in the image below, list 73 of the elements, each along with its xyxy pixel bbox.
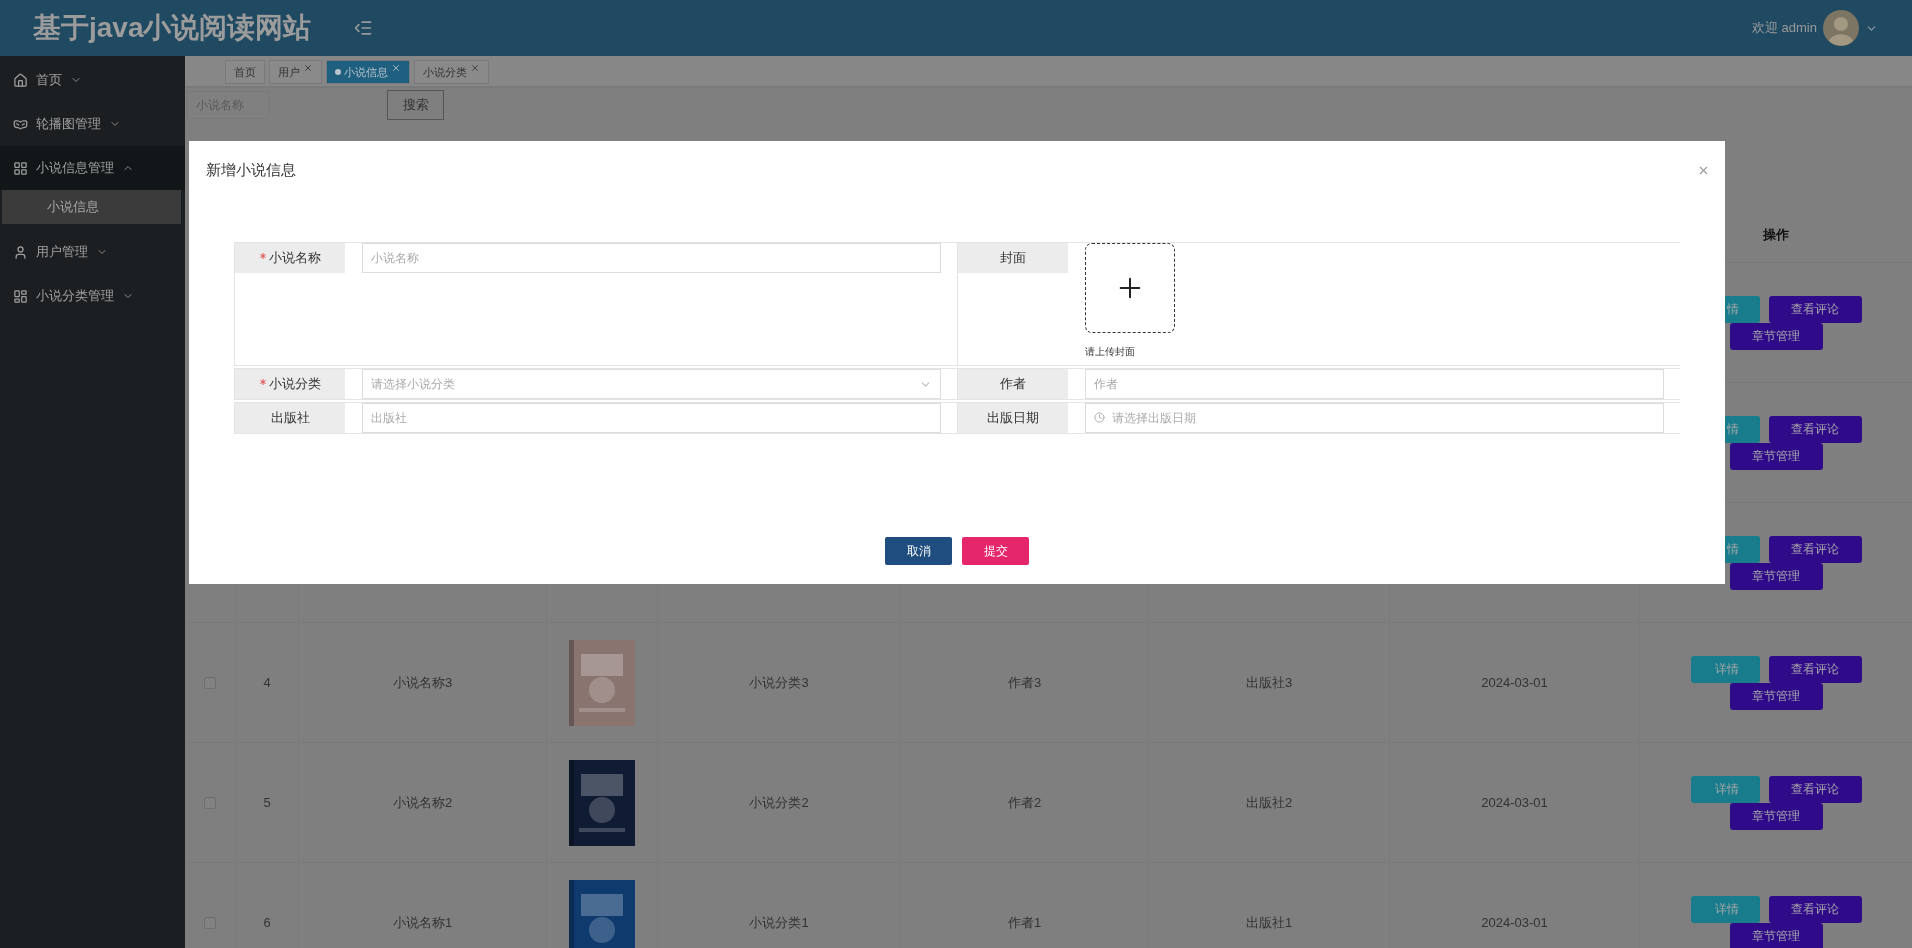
dialog-title: 新增小说信息 — [206, 161, 296, 180]
field-label: 小说分类 — [235, 369, 345, 399]
upload-box[interactable] — [1085, 243, 1175, 333]
home-icon — [13, 72, 28, 88]
comments-button[interactable]: 查看评论 — [1768, 895, 1862, 923]
comments-button[interactable]: 查看评论 — [1768, 535, 1862, 563]
grid-icon — [13, 160, 28, 176]
table-cell: 2024-03-01 — [1481, 795, 1548, 810]
field-label: 作者 — [958, 369, 1068, 399]
tab[interactable]: 小说信息 — [326, 60, 410, 84]
tab[interactable]: 首页 — [225, 60, 265, 84]
required-icon — [259, 252, 266, 259]
close-icon[interactable] — [391, 63, 401, 73]
table-cell: 小说名称2 — [392, 793, 453, 812]
chapters-button[interactable]: 章节管理 — [1729, 922, 1823, 948]
search-button[interactable]: 搜索 — [387, 90, 444, 120]
table-cell: 小说分类2 — [749, 793, 809, 812]
date-field[interactable]: 请选择出版日期 — [1085, 403, 1664, 433]
required-icon — [259, 378, 266, 385]
chapters-button[interactable]: 章节管理 — [1729, 562, 1823, 590]
table-cell: 作者1 — [1007, 913, 1042, 932]
close-icon[interactable] — [303, 63, 313, 73]
column-header: 操作 — [1762, 225, 1790, 244]
field-label: 出版日期 — [958, 403, 1068, 433]
table-cell: 作者3 — [1007, 673, 1042, 692]
table-cell: 6 — [263, 915, 271, 930]
table-cell: 小说分类3 — [749, 673, 809, 692]
welcome-text: 欢迎 admin — [1751, 19, 1817, 37]
table-cell: 出版社1 — [1245, 913, 1293, 932]
chapters-button[interactable]: 章节管理 — [1729, 322, 1823, 350]
site-title: 基于java小说阅读网站 — [33, 11, 313, 45]
comments-button[interactable]: 查看评论 — [1768, 655, 1862, 683]
upload-hint: 请上传封面 — [1085, 345, 1136, 359]
comments-button[interactable]: 查看评论 — [1768, 415, 1862, 443]
sidebar-item[interactable]: 小说信息管理 — [0, 146, 185, 190]
chapters-button[interactable]: 章节管理 — [1729, 442, 1823, 470]
cancel-button[interactable]: 取消 — [885, 537, 952, 565]
select-field[interactable]: 请选择小说分类 — [362, 369, 941, 399]
sidebar-item[interactable]: 小说分类管理 — [0, 274, 185, 318]
table-cell: 2024-03-01 — [1481, 915, 1548, 930]
avatar-icon[interactable] — [1823, 10, 1859, 46]
sidebar-item[interactable]: 首页 — [0, 58, 185, 102]
field-label: 小说名称 — [235, 243, 345, 273]
dashboard-icon — [13, 288, 28, 304]
sidebar-item[interactable]: 用户管理 — [0, 230, 185, 274]
input-field[interactable]: 作者 — [1085, 369, 1664, 399]
table-cell: 2024-03-01 — [1481, 675, 1548, 690]
tab[interactable]: 用户 — [269, 60, 322, 84]
table-cell: 4 — [263, 675, 271, 690]
comments-button[interactable]: 查看评论 — [1768, 295, 1862, 323]
tab[interactable]: 小说分类 — [414, 60, 489, 84]
table-cell: 作者2 — [1007, 793, 1042, 812]
clock-icon — [1094, 412, 1105, 423]
chapters-button[interactable]: 章节管理 — [1729, 802, 1823, 830]
sidebar-subitem[interactable]: 小说信息 — [2, 190, 181, 224]
user-icon — [13, 244, 28, 260]
sidebar-item[interactable]: 轮播图管理 — [0, 102, 185, 146]
input-field[interactable]: 小说名称 — [362, 243, 941, 273]
table-cell: 小说名称1 — [392, 913, 453, 932]
menu-icon[interactable] — [353, 18, 373, 38]
comments-button[interactable]: 查看评论 — [1768, 775, 1862, 803]
table-cell: 出版社3 — [1245, 673, 1293, 692]
chapters-button[interactable]: 章节管理 — [1729, 682, 1823, 710]
table-cell: 小说分类1 — [749, 913, 809, 932]
table-cell: 5 — [263, 795, 271, 810]
input-field[interactable]: 出版社 — [362, 403, 941, 433]
field-label: 封面 — [958, 243, 1068, 273]
table-cell: 小说名称3 — [392, 673, 453, 692]
submit-button[interactable]: 提交 — [962, 537, 1029, 565]
close-icon[interactable] — [470, 63, 480, 73]
close-icon[interactable] — [1697, 164, 1710, 177]
field-label: 出版社 — [235, 403, 345, 433]
table-cell: 出版社2 — [1245, 793, 1293, 812]
